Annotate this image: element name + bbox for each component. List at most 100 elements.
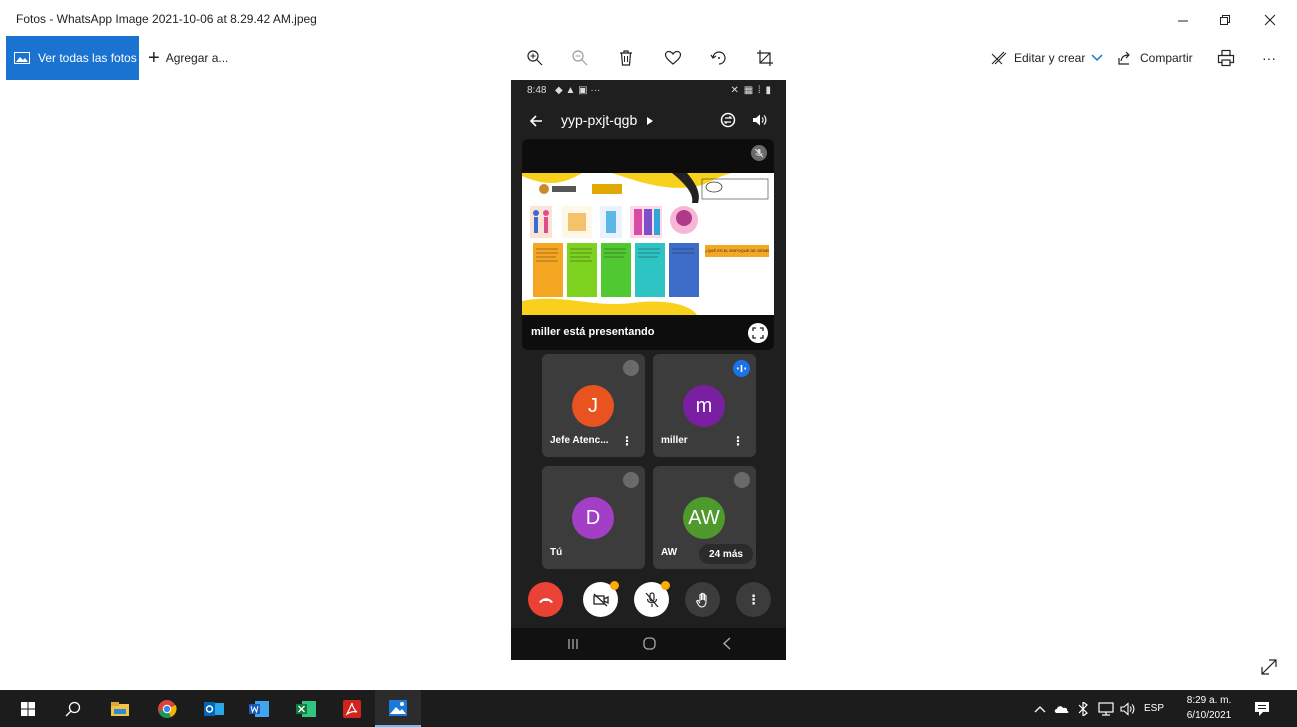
excel-button[interactable]: [283, 690, 329, 727]
trash-icon: [620, 50, 632, 66]
more-controls-button[interactable]: ⋮: [736, 582, 771, 617]
excel-icon: [296, 700, 316, 717]
home-icon[interactable]: [643, 637, 656, 650]
chevron-down-icon: [1091, 54, 1103, 62]
zoom-out-button[interactable]: [568, 47, 592, 69]
slide-question: ¿QUÉ ES EL ENFOQUE DE GÉNERO?: [705, 248, 769, 253]
outlook-button[interactable]: [191, 690, 237, 727]
chrome-icon: [158, 699, 177, 718]
close-icon: [1264, 14, 1276, 26]
view-all-photos-button[interactable]: Ver todas las fotos: [6, 36, 139, 80]
camera-off-icon: [592, 593, 609, 606]
restore-icon: [1220, 15, 1230, 25]
share-label: Compartir: [1140, 51, 1193, 65]
view-all-photos-label: Ver todas las fotos: [38, 51, 137, 65]
raise-hand-button[interactable]: [685, 582, 720, 617]
camera-toggle-button[interactable]: [583, 581, 619, 617]
status-system-icons: ✕ ▦ ⁞ ▮: [730, 85, 772, 96]
edit-create-button[interactable]: Editar y crear: [990, 36, 1103, 80]
meet-header: yyp-pxjt-qgb: [511, 102, 786, 142]
taskbar-clock[interactable]: 8:29 a. m. 6/10/2021: [1178, 693, 1240, 723]
restore-button[interactable]: [1202, 6, 1248, 34]
minimize-icon: [1178, 20, 1188, 22]
close-button[interactable]: [1247, 6, 1293, 34]
avatar: J: [572, 385, 614, 427]
phone-screenshot: 8:48 ◆ ▲ ▣ ··· ✕ ▦ ⁞ ▮ yyp-pxjt-qgb ¿QUÉ…: [511, 80, 786, 660]
phone-status-bar: 8:48 ◆ ▲ ▣ ··· ✕ ▦ ⁞ ▮: [511, 80, 786, 102]
zoom-in-icon: [527, 50, 543, 66]
acrobat-button[interactable]: [329, 690, 375, 727]
status-notification-icons: ◆ ▲ ▣ ···: [555, 85, 601, 96]
title-bar: Fotos - WhatsApp Image 2021-10-06 at 8.2…: [0, 0, 1297, 36]
word-button[interactable]: [236, 690, 282, 727]
more-participants-badge[interactable]: 24 más: [699, 544, 753, 564]
chrome-button[interactable]: [144, 690, 190, 727]
participant-name: miller: [661, 435, 688, 446]
mic-off-icon: [623, 472, 639, 488]
add-to-button[interactable]: + Agregar a...: [148, 36, 228, 80]
fullscreen-button[interactable]: [748, 323, 768, 343]
avatar: m: [683, 385, 725, 427]
acrobat-icon: [343, 699, 361, 718]
participant-menu-icon[interactable]: ⋮: [732, 434, 744, 448]
caret-right-icon: [647, 117, 653, 125]
mic-toggle-button[interactable]: [634, 581, 670, 617]
zoom-in-button[interactable]: [523, 47, 547, 69]
participant-name: Tú: [550, 547, 563, 558]
favorite-button[interactable]: [661, 47, 685, 69]
avatar: AW: [683, 497, 725, 539]
expand-icon[interactable]: [1259, 657, 1279, 677]
warning-dot-icon: [610, 581, 619, 590]
start-button[interactable]: [5, 690, 51, 727]
notifications-button[interactable]: [1239, 690, 1285, 727]
participant-menu-icon[interactable]: ⋮: [621, 434, 633, 448]
cloud-icon[interactable]: [1054, 704, 1070, 714]
window-title: Fotos - WhatsApp Image 2021-10-06 at 8.2…: [16, 12, 317, 26]
windows-logo-icon: [21, 701, 35, 716]
switch-camera-icon[interactable]: [720, 112, 736, 128]
mic-off-icon: [734, 472, 750, 488]
print-button[interactable]: [1214, 47, 1238, 69]
network-icon[interactable]: [1098, 701, 1114, 716]
participant-tile[interactable]: J Jefe Atenc... ⋮: [542, 354, 645, 457]
presentation-area: ¿QUÉ ES EL ENFOQUE DE GÉNERO? miller est…: [522, 139, 774, 350]
participant-tile[interactable]: D Tú: [542, 466, 645, 569]
mic-off-icon: [645, 591, 658, 607]
back-arrow-icon[interactable]: [529, 114, 543, 128]
share-button[interactable]: Compartir: [1116, 36, 1193, 80]
file-explorer-button[interactable]: [97, 690, 143, 727]
folder-icon: [111, 701, 129, 716]
meeting-code[interactable]: yyp-pxjt-qgb: [561, 112, 637, 128]
mic-off-icon: [754, 148, 764, 158]
photo-icon: [14, 52, 30, 64]
search-icon: [65, 701, 81, 716]
recent-apps-icon[interactable]: [567, 638, 579, 650]
volume-icon[interactable]: [1120, 701, 1136, 716]
input-language[interactable]: ESP: [1144, 703, 1164, 714]
delete-button[interactable]: [614, 47, 638, 69]
fullscreen-icon: [752, 327, 764, 339]
mic-off-icon: [623, 360, 639, 376]
search-button[interactable]: [50, 690, 96, 727]
photos-taskbar-button[interactable]: [375, 690, 421, 727]
chevron-up-icon[interactable]: [1034, 705, 1046, 713]
more-options-label: ···: [1262, 50, 1276, 66]
bluetooth-devices-icon[interactable]: [1076, 701, 1092, 716]
plus-icon: +: [148, 46, 160, 69]
participant-tile[interactable]: m miller ⋮: [653, 354, 756, 457]
outlook-icon: [204, 701, 224, 716]
edit-create-icon: [991, 51, 1007, 65]
speaker-icon[interactable]: [752, 113, 767, 127]
participant-name: AW: [661, 547, 678, 558]
minimize-button[interactable]: [1160, 6, 1206, 34]
rotate-button[interactable]: [707, 47, 731, 69]
more-options-button[interactable]: ···: [1262, 36, 1276, 80]
edit-create-label: Editar y crear: [1014, 51, 1086, 65]
shared-slide: ¿QUÉ ES EL ENFOQUE DE GÉNERO?: [522, 173, 774, 315]
back-icon[interactable]: [722, 637, 732, 650]
crop-icon: [757, 50, 773, 66]
zoom-out-icon: [572, 50, 588, 66]
end-call-button[interactable]: [528, 582, 563, 617]
crop-button[interactable]: [753, 47, 777, 69]
speaking-indicator-icon: [733, 360, 750, 377]
